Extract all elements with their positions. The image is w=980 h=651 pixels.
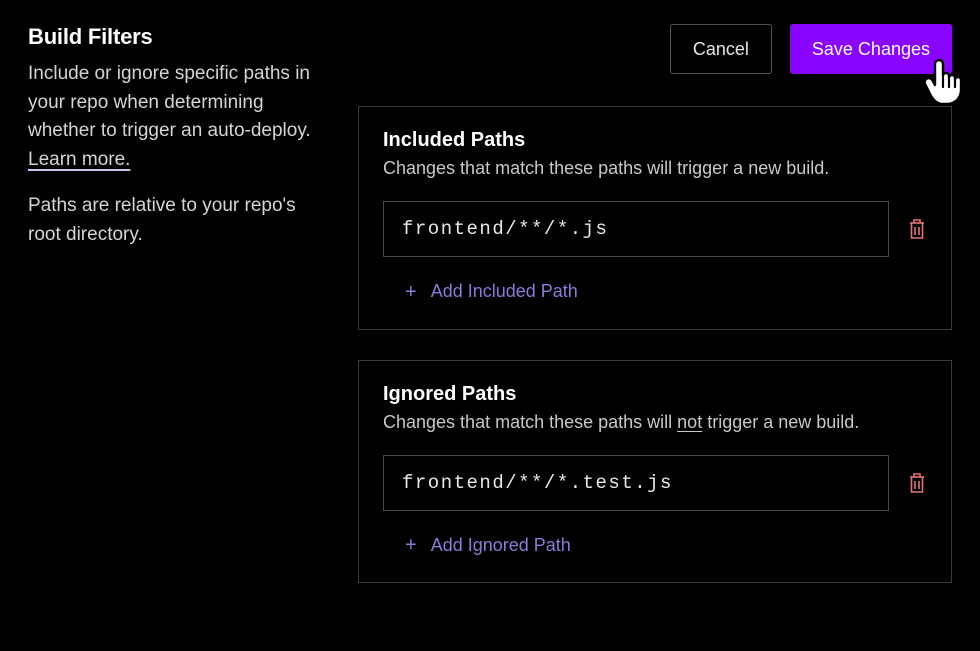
- included-paths-panel: Included Paths Changes that match these …: [358, 106, 952, 330]
- trash-icon[interactable]: [907, 217, 927, 241]
- included-paths-desc: Changes that match these paths will trig…: [383, 158, 927, 179]
- learn-more-link[interactable]: Learn more.: [28, 149, 130, 170]
- sidebar: Build Filters Include or ignore specific…: [28, 24, 330, 613]
- ignored-paths-title: Ignored Paths: [383, 383, 927, 406]
- add-ignored-label: Add Ignored Path: [431, 535, 571, 556]
- ignored-desc-pre: Changes that match these paths will: [383, 412, 677, 432]
- trash-icon[interactable]: [907, 471, 927, 495]
- ignored-desc-not: not: [677, 412, 702, 432]
- add-included-label: Add Included Path: [431, 281, 578, 302]
- main-content: Cancel Save Changes Included Paths Chang…: [358, 24, 952, 613]
- ignored-desc-post: trigger a new build.: [702, 412, 859, 432]
- plus-icon: +: [405, 535, 417, 555]
- add-ignored-path-button[interactable]: + Add Ignored Path: [383, 535, 571, 556]
- ignored-path-input[interactable]: [383, 455, 889, 511]
- included-path-row: [383, 201, 927, 257]
- save-changes-button[interactable]: Save Changes: [790, 24, 952, 74]
- sidebar-note: Paths are relative to your repo's root d…: [28, 192, 330, 249]
- ignored-paths-desc: Changes that match these paths will not …: [383, 412, 927, 433]
- action-buttons: Cancel Save Changes: [358, 24, 952, 74]
- add-included-path-button[interactable]: + Add Included Path: [383, 281, 578, 302]
- included-path-input[interactable]: [383, 201, 889, 257]
- sidebar-desc-text: Include or ignore specific paths in your…: [28, 63, 311, 141]
- sidebar-description: Include or ignore specific paths in your…: [28, 60, 330, 174]
- cancel-button[interactable]: Cancel: [670, 24, 772, 74]
- ignored-path-row: [383, 455, 927, 511]
- ignored-paths-panel: Ignored Paths Changes that match these p…: [358, 360, 952, 584]
- sidebar-title: Build Filters: [28, 24, 330, 50]
- included-paths-title: Included Paths: [383, 129, 927, 152]
- plus-icon: +: [405, 282, 417, 302]
